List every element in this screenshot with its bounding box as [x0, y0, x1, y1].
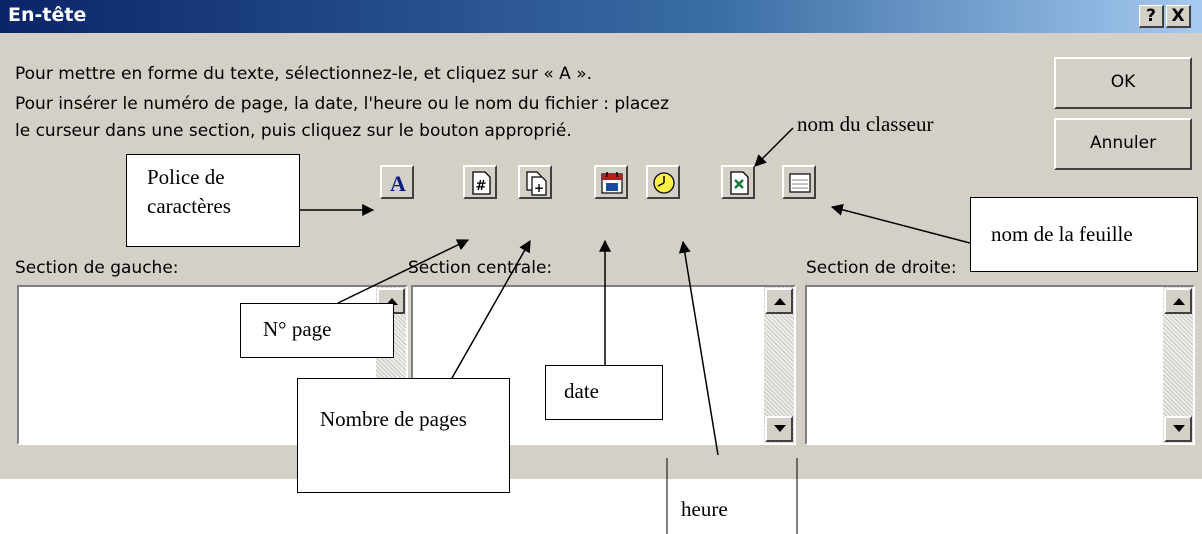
- callout-font: Police de caractères: [126, 154, 300, 247]
- callout-date: date: [545, 365, 663, 420]
- callout-sheet-name: nom de la feuille: [970, 197, 1198, 272]
- callout-page-count: Nombre de pages: [297, 378, 510, 493]
- callout-time: heure: [681, 497, 728, 521]
- callout-page-number: N° page: [240, 303, 394, 358]
- callout-workbook-name: nom du classeur: [797, 112, 934, 136]
